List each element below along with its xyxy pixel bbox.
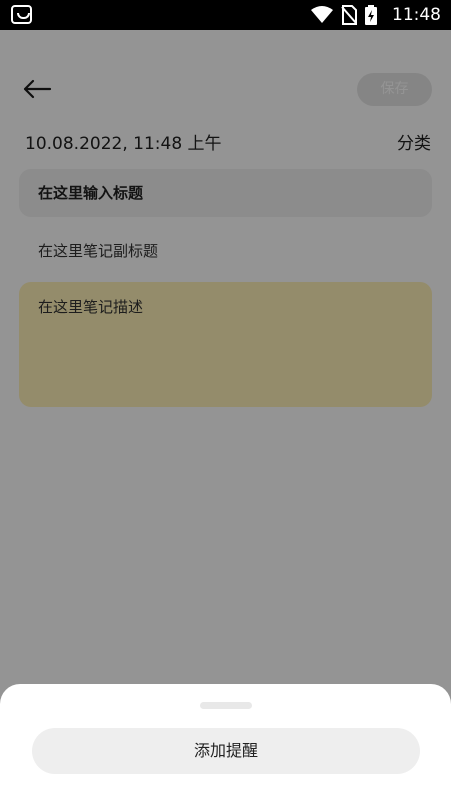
- drag-handle[interactable]: [200, 702, 252, 709]
- battery-charging-icon: [365, 5, 377, 25]
- wifi-icon: [311, 6, 333, 23]
- status-icons: [311, 5, 377, 25]
- status-bar: 11:48: [0, 0, 451, 30]
- no-sim-icon: [341, 5, 357, 25]
- bottom-sheet: 添加提醒: [0, 684, 451, 805]
- status-time: 11:48: [392, 5, 441, 25]
- app-notification-icon: [11, 5, 32, 24]
- add-reminder-button[interactable]: 添加提醒: [32, 728, 420, 774]
